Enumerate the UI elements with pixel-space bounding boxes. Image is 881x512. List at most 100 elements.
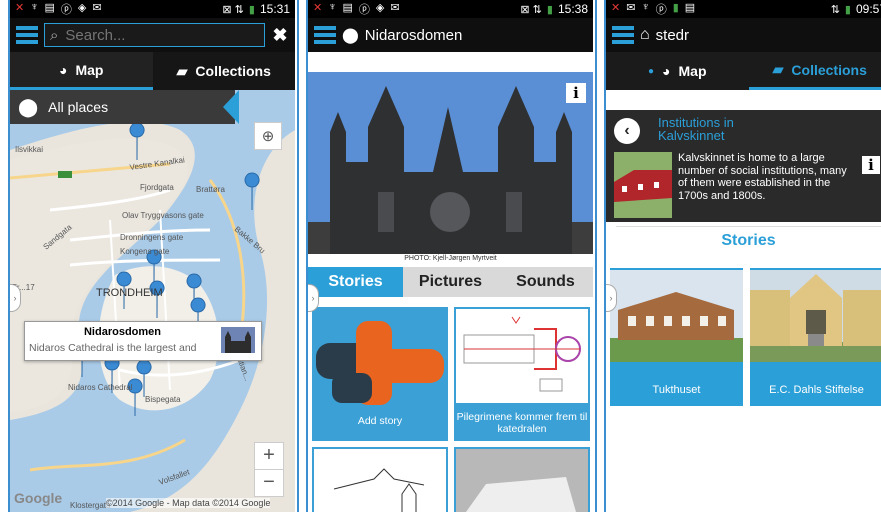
street-label: Olav Tryggvasons gate <box>122 211 204 220</box>
floorplan-image <box>463 316 581 392</box>
story-card[interactable] <box>454 447 590 512</box>
frame-border <box>297 0 299 512</box>
frame-border <box>306 0 308 512</box>
dot-icon: ● <box>647 65 655 77</box>
status-icons: ✕ ♆ ▤ ⓟ ◈ ✉ <box>313 1 400 16</box>
frame-border <box>8 0 10 512</box>
clock: 15:31 <box>259 2 290 16</box>
zoom-in-button[interactable]: + <box>254 442 284 470</box>
collection-header: ‹ Institutions in Kalvskinnet Kalvskinne… <box>606 110 881 222</box>
info-button[interactable]: i <box>862 156 880 174</box>
close-icon[interactable]: ✖ <box>271 25 289 46</box>
street-label: Brattøra <box>196 185 225 194</box>
add-story-logo <box>316 321 444 405</box>
photo-credit: PHOTO: Kjell-Jørgen Myrtveit <box>308 254 593 264</box>
tab-collections[interactable]: ▰ Collections <box>152 52 295 90</box>
status-icons: ✕ ✉ ♆ ⓟ ▮ ▤ <box>611 1 696 16</box>
cathedral-photo <box>308 72 593 262</box>
zoom-out-button[interactable]: − <box>254 469 284 497</box>
filter-toggle-arrow[interactable] <box>223 90 239 124</box>
status-bar: ✕ ♆ ▤ ⓟ ◈ ✉ ⊠ ⇅ ▮ 15:38 <box>308 0 593 18</box>
info-description: Nidaros Cathedral is the largest and <box>29 342 197 354</box>
phone-place-screen: ✕ ♆ ▤ ⓟ ◈ ✉ ⊠ ⇅ ▮ 15:38 ⬤ Nidarosdomen i PHOTO:… <box>308 0 593 512</box>
search-input[interactable] <box>63 25 218 45</box>
story-card[interactable]: Pilegrimene kommer frem til katedralen <box>454 307 590 441</box>
card-label: Pilegrimene kommer frem til katedralen <box>456 411 588 435</box>
menu-icon[interactable] <box>16 26 38 44</box>
tab-bar: ◕ Map ▰ Collections <box>10 52 295 90</box>
city-label: TRONDHEIM <box>96 287 163 299</box>
battery-icon: ▮ <box>844 3 851 16</box>
info-button[interactable]: i <box>566 83 586 103</box>
my-location-icon[interactable]: ⊕ <box>254 122 282 150</box>
map-info-window[interactable]: Nidarosdomen Nidaros Cathedral is the la… <box>24 321 262 361</box>
status-bar: ✕ ♆ ▤ ⓟ ◈ ✉ ⊠ ⇅ ▮ 15:31 <box>10 0 295 18</box>
tab-pictures[interactable]: Pictures <box>403 267 498 297</box>
tukthuset-photo <box>610 270 743 362</box>
map-attribution: ©2014 Google - Map data ©2014 Google <box>106 498 271 508</box>
map-view[interactable]: Vestre Kanalkai Fjordgata Brattøra Olav … <box>10 90 295 512</box>
card-label: Tukthuset <box>652 384 701 396</box>
app-bar: ⌕ ✖ <box>10 18 295 52</box>
tab-stories[interactable]: Stories <box>308 267 403 297</box>
street-label: Bispegata <box>145 395 181 404</box>
google-logo: Google <box>14 490 63 506</box>
clock: 15:38 <box>557 2 588 16</box>
status-bar: ✕✉♆ⓟ▮▤ ⇅ ▮ 09:57 <box>606 0 881 18</box>
cathedral-thumbnail <box>221 327 255 353</box>
add-story-card[interactable]: Add story <box>312 307 448 441</box>
tab-map[interactable]: ● ◕ Map <box>606 52 749 90</box>
phone-map-screen: ✕♆▤ⓟ◈✉ ⊠ ⇅ ▮ 15:31 ⌕ ✖ ◕Map ▰Collections <box>10 0 295 512</box>
story-card-tukthuset[interactable]: Tukthuset <box>610 268 743 406</box>
street-label: Dronningens gate <box>120 233 184 242</box>
red-house-photo <box>614 152 672 218</box>
frame-border <box>604 0 606 512</box>
app-bar: ⬤ Nidarosdomen <box>308 18 593 52</box>
collection-description: Kalvskinnet is home to a large number of… <box>678 152 847 202</box>
divider <box>616 226 881 227</box>
globe-icon: ◕ <box>662 63 671 79</box>
collection-thumbnail <box>614 152 672 218</box>
section-heading: Stories <box>721 232 776 249</box>
home-icon[interactable]: ⌂ <box>640 26 650 44</box>
tab-bar: ● ◕ Map ▰ Collections <box>606 52 881 90</box>
globe-icon: ◕ <box>59 61 68 78</box>
back-icon[interactable]: ‹ <box>614 118 640 144</box>
search-box[interactable]: ⌕ <box>44 23 265 47</box>
filter-all-places[interactable]: ⬤ All places <box>10 90 235 124</box>
hero-photo <box>308 72 593 262</box>
story-card-ec-dahls[interactable]: E.C. Dahls Stiftelse <box>750 268 881 406</box>
page-title: stedr <box>655 26 690 44</box>
location-pin-icon: ⬤ <box>18 96 39 117</box>
tab-sounds[interactable]: Sounds <box>498 267 593 297</box>
story-thumbnail <box>314 449 446 512</box>
folder-icon: ▰ <box>176 62 188 79</box>
page-title: Nidarosdomen <box>364 26 463 44</box>
location-pin-icon: ⬤ <box>342 27 359 44</box>
clock: 09:57 <box>855 2 881 16</box>
status-icons: ✕ ♆ ▤ ⓟ ◈ ✉ <box>15 1 102 16</box>
menu-icon[interactable] <box>314 26 336 44</box>
folder-icon: ▰ <box>772 61 784 77</box>
battery-icon: ▮ <box>546 3 553 16</box>
street-label: Ilsvikkai <box>15 145 43 154</box>
content-tabs: Stories Pictures Sounds <box>308 267 593 297</box>
tab-map[interactable]: ◕ Map <box>10 52 153 90</box>
app-bar: ⌂ stedr <box>606 18 881 52</box>
battery-icon: ▮ <box>248 3 255 16</box>
story-thumbnail <box>456 449 588 512</box>
story-card[interactable] <box>312 447 448 512</box>
tab-collections[interactable]: ▰ Collections <box>748 52 881 90</box>
phone-collection-screen: ✕✉♆ⓟ▮▤ ⇅▮09:57 ⌂ stedr ●◕Map ▰Collection… <box>606 0 881 512</box>
map-canvas: Vestre Kanalkai Fjordgata Brattøra Olav … <box>10 90 295 512</box>
search-icon: ⌕ <box>50 26 59 44</box>
street-label: Kongens gate <box>120 247 170 256</box>
street-label: Nidaros Cathedral <box>68 383 133 392</box>
info-thumbnail <box>221 327 255 353</box>
collection-title: Institutions in Kalvskinnet <box>658 115 734 143</box>
menu-icon[interactable] <box>612 26 634 44</box>
frame-border <box>595 0 597 512</box>
network-icon: ⊠ ⇅ <box>520 3 542 16</box>
card-label: Add story <box>357 415 403 427</box>
street-label: Klostergata <box>70 501 111 510</box>
